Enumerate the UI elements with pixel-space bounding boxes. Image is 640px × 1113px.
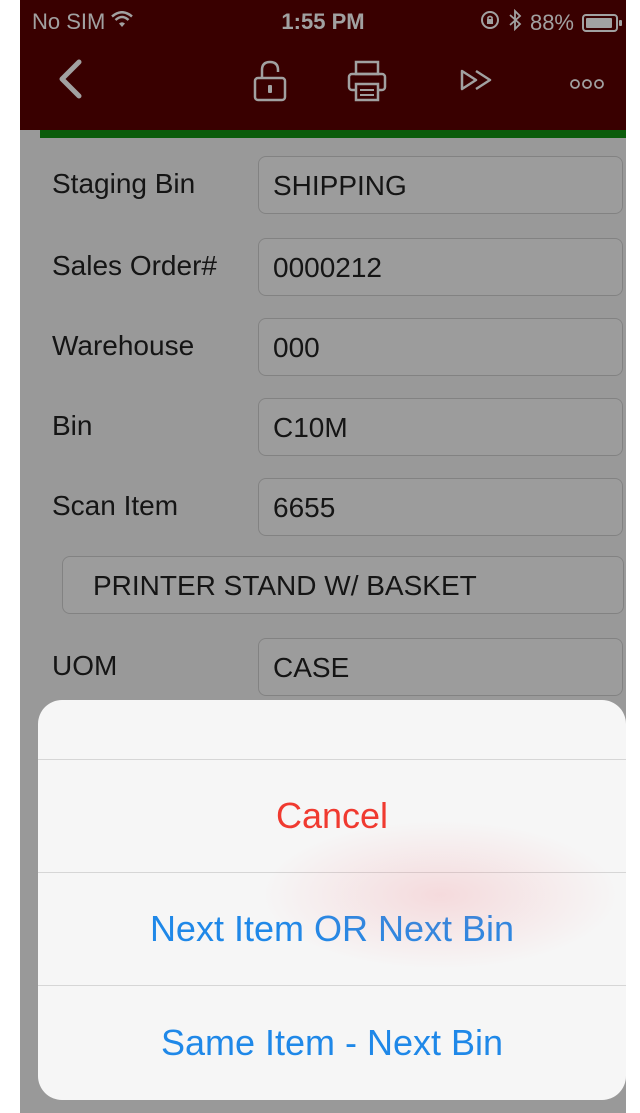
action-sheet-header [38,700,626,760]
next-item-or-next-bin-button[interactable]: Next Item OR Next Bin [38,873,626,986]
cancel-button[interactable]: Cancel [38,760,626,873]
action-sheet: Cancel Next Item OR Next Bin Same Item -… [38,700,626,1100]
phone-screen: No SIM 1:55 PM 88% Staging Bin SHIPPING … [20,0,626,1113]
same-item-next-bin-button[interactable]: Same Item - Next Bin [38,986,626,1099]
